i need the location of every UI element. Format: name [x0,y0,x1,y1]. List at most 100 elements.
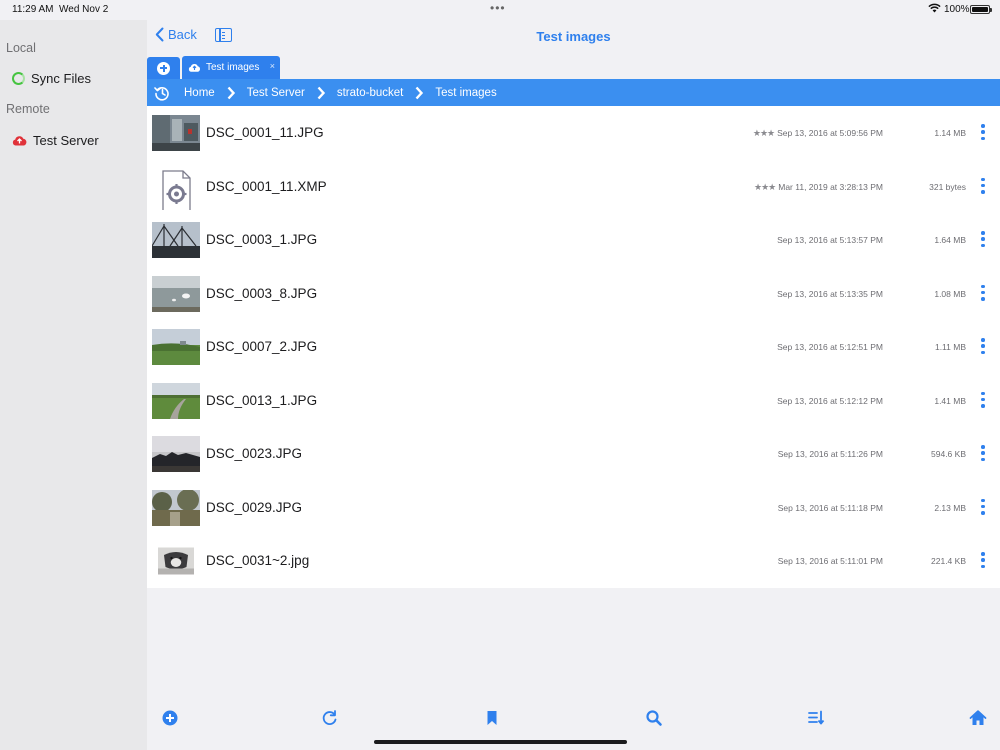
rating-stars: ★★★ [754,181,776,192]
file-row[interactable]: DSC_0029.JPG Sep 13, 2016 at 5:11:18 PM … [147,481,1000,535]
file-row[interactable]: DSC_0001_11.XMP ★★★ Mar 11, 2019 at 3:28:… [147,160,1000,214]
navigation-bar: Back Test images [147,20,1000,56]
sidebar-section-local: Local [6,41,36,55]
cloud-upload-icon [188,63,201,72]
file-name: DSC_0007_2.JPG [206,339,318,354]
file-thumbnail [152,436,200,472]
file-row[interactable]: DSC_0013_1.JPG Sep 13, 2016 at 5:12:12 P… [147,374,1000,428]
file-row[interactable]: DSC_0007_2.JPG Sep 13, 2016 at 5:12:51 P… [147,320,1000,374]
file-thumbnail [152,382,200,419]
status-time: 11:29 AM [12,4,54,15]
sidebar-item-sync-files[interactable]: Sync Files [12,71,91,86]
more-options-icon[interactable] [981,284,985,301]
breadcrumb-test-server[interactable]: Test Server [247,87,305,99]
file-date: Sep 13, 2016 at 5:13:35 PM [777,288,883,299]
file-date-text: Mar 11, 2019 at 3:28:13 PM [778,181,883,192]
file-size: 594.6 KB [931,449,966,459]
file-size: 1.14 MB [934,128,966,138]
more-options-icon[interactable] [981,124,985,140]
file-row[interactable]: DSC_0003_1.JPG Sep 13, 2016 at 5:13:57 P… [147,213,1000,267]
xmp-file-icon [162,169,191,210]
file-date: Sep 13, 2016 at 5:11:18 PM [777,502,883,513]
file-name: DSC_0003_8.JPG [206,285,318,301]
file-size: 221.4 KB [931,556,966,566]
file-name: DSC_0031~2.jpg [206,553,310,568]
file-date: ★★★ Mar 11, 2019 at 3:28:13 PM [754,182,883,193]
file-name: DSC_0001_11.JPG [206,125,324,140]
file-name: DSC_0003_1.JPG [206,232,318,247]
breadcrumb-strato-bucket[interactable]: strato-bucket [337,87,403,99]
chevron-right-icon [317,86,325,99]
file-name: DSC_0023.JPG [206,446,303,461]
add-tab-button[interactable] [147,57,180,79]
multitasking-dots-icon[interactable]: ••• [490,1,506,15]
more-options-icon[interactable] [981,231,985,247]
sidebar: Local Sync Files Remote Test Server [0,20,147,750]
file-thumbnail [152,489,200,526]
file-thumbnail [152,115,200,151]
cloud-server-icon [12,136,27,146]
file-date-text: Sep 13, 2016 at 5:09:56 PM [777,128,883,138]
refresh-icon[interactable] [320,708,340,728]
home-icon[interactable] [968,708,988,728]
file-row[interactable]: DSC_0003_8.JPG Sep 13, 2016 at 5:13:35 P… [147,267,1000,321]
tab-label: Test images [206,62,260,73]
bottom-toolbar [147,708,1000,734]
breadcrumb-test-images[interactable]: Test images [435,87,496,99]
file-size: 2.13 MB [934,502,966,513]
file-list: DSC_0001_11.JPG ★★★ Sep 13, 2016 at 5:09:… [147,106,1000,588]
wifi-icon [928,3,941,13]
file-size: 1.41 MB [934,395,966,406]
file-size: 1.11 MB [934,342,966,352]
file-size: 321 bytes [929,181,966,192]
home-indicator[interactable] [374,740,627,744]
more-options-icon[interactable] [981,338,985,354]
status-date: Wed Nov 2 [59,4,109,15]
file-thumbnail [158,547,194,575]
main-panel: Back Test images Test images × Home Test… [147,20,1000,750]
file-name: DSC_0013_1.JPG [206,392,318,408]
page-title: Test images [536,29,611,44]
file-date: Sep 13, 2016 at 5:12:51 PM [777,342,883,352]
more-options-icon[interactable] [981,498,985,515]
search-icon[interactable] [644,708,664,728]
rating-stars: ★★★ [752,128,775,138]
file-thumbnail [152,275,200,312]
more-options-icon[interactable] [981,391,985,408]
status-bar: 11:29 AM Wed Nov 2 ••• 100% [0,0,1000,20]
sort-icon[interactable] [806,708,826,728]
bookmark-icon[interactable] [482,708,502,728]
file-name: DSC_0001_11.XMP [206,178,327,194]
sidebar-item-test-server[interactable]: Test Server [12,133,99,148]
file-date: Sep 13, 2016 at 5:11:01 PM [777,556,883,566]
file-row[interactable]: DSC_0023.JPG Sep 13, 2016 at 5:11:26 PM … [147,427,1000,481]
file-date: Sep 13, 2016 at 5:11:26 PM [777,449,883,459]
chevron-right-icon [415,86,424,99]
add-icon[interactable] [160,708,180,728]
file-date: Sep 13, 2016 at 5:13:57 PM [777,235,883,245]
breadcrumb-home[interactable]: Home [184,87,215,99]
more-options-icon[interactable] [981,445,985,461]
file-date: Sep 13, 2016 at 5:12:12 PM [777,395,883,406]
file-thumbnail [152,329,200,365]
file-date: ★★★ Sep 13, 2016 at 5:09:56 PM [753,128,883,139]
sync-icon [12,72,25,85]
battery-icon [970,5,992,14]
sidebar-section-remote: Remote [6,102,50,116]
chevron-right-icon [227,86,235,99]
file-name: DSC_0029.JPG [206,499,303,515]
tab-test-images[interactable]: Test images × [182,56,280,79]
file-size: 1.08 MB [934,288,966,299]
close-tab-icon[interactable]: × [270,61,275,71]
file-thumbnail [152,222,200,258]
more-options-icon[interactable] [981,552,985,568]
breadcrumb: Home Test Server strato-bucket Test imag… [147,79,1000,106]
sidebar-item-label: Test Server [33,133,99,148]
battery-percentage: 100% [944,4,970,15]
file-row[interactable]: DSC_0031~2.jpg Sep 13, 2016 at 5:11:01 P… [147,534,1000,588]
history-icon[interactable] [154,85,170,101]
file-row[interactable]: DSC_0001_11.JPG ★★★ Sep 13, 2016 at 5:09:… [147,106,1000,160]
sidebar-item-label: Sync Files [31,71,91,86]
more-options-icon[interactable] [981,177,985,194]
tab-bar: Test images × [147,56,1000,79]
